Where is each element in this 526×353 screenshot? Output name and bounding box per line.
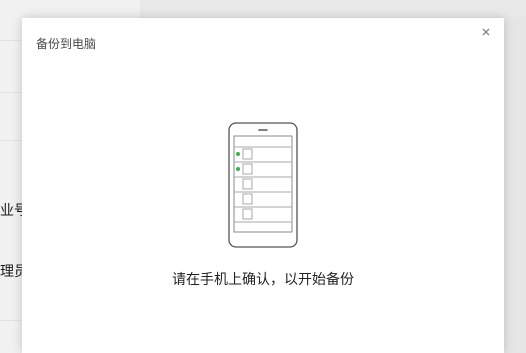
close-button[interactable] xyxy=(478,24,494,40)
backup-dialog: 备份到电脑 请在手机上确认，以开始备份 xyxy=(22,18,504,353)
close-icon xyxy=(482,28,490,36)
dialog-title: 备份到电脑 xyxy=(36,37,97,51)
confirm-message: 请在手机上确认，以开始备份 xyxy=(172,272,354,288)
phone-checklist-icon xyxy=(228,122,298,248)
background-header xyxy=(140,0,526,17)
